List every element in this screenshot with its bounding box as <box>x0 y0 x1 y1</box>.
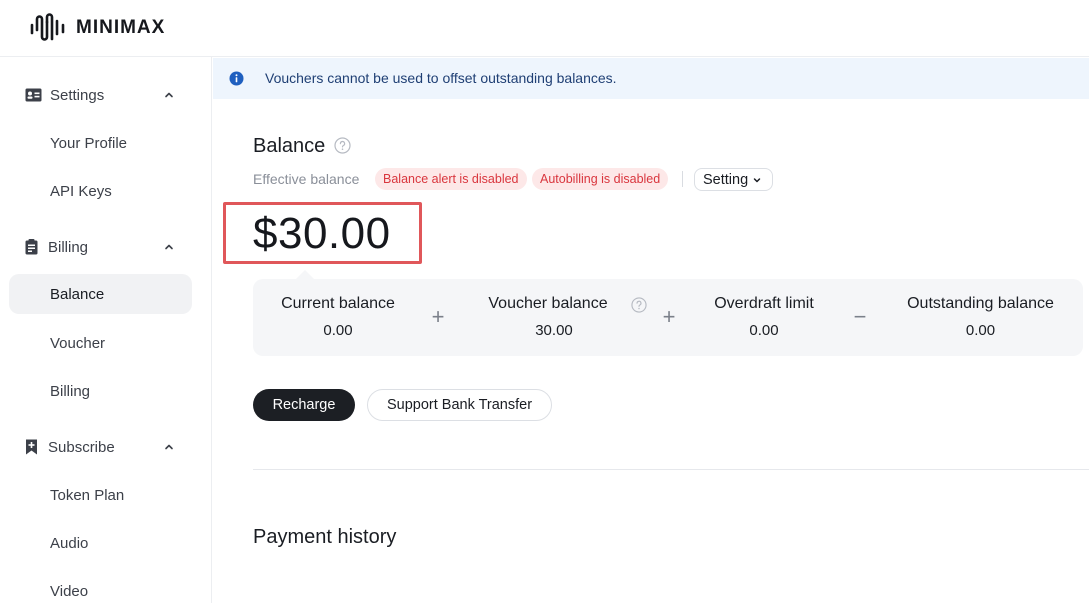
sidebar-item-label: Token Plan <box>50 486 125 504</box>
bookmark-plus-icon <box>26 439 37 455</box>
voucher-balance-text: Voucher balance <box>488 295 608 312</box>
divider <box>682 171 683 187</box>
bank-transfer-button[interactable]: Support Bank Transfer <box>367 389 552 421</box>
outstanding-balance-value: 0.00 <box>965 322 996 339</box>
help-icon[interactable] <box>334 137 351 154</box>
balance-alert-badge: Balance alert is disabled <box>375 168 527 190</box>
sidebar-item-label: Voucher <box>50 334 106 352</box>
setting-dropdown[interactable]: Setting <box>694 168 773 191</box>
sidebar-group-billing[interactable]: Billing <box>0 227 212 267</box>
current-balance-value: 0.00 <box>323 322 353 339</box>
minimax-logo-icon <box>30 13 65 41</box>
sidebar: Settings Your Profile API Keys Billing B… <box>0 57 212 603</box>
balance-title: Balance <box>253 135 326 157</box>
brand-name: MINIMAX <box>76 17 166 38</box>
chevron-up-icon <box>165 92 173 98</box>
sidebar-item-balance[interactable]: Balance <box>9 274 192 314</box>
outstanding-balance-cell: Outstanding balance 0.00 <box>893 279 1068 356</box>
recharge-button[interactable]: Recharge <box>253 389 355 421</box>
sidebar-item-label: API Keys <box>50 182 112 200</box>
sidebar-group-subscribe[interactable]: Subscribe <box>0 427 212 467</box>
brand-logo[interactable]: MINIMAX <box>29 12 165 44</box>
sidebar-item-label: Balance <box>50 285 105 303</box>
sidebar-group-settings[interactable]: Settings <box>0 75 212 115</box>
sidebar-item-api-keys[interactable]: API Keys <box>9 171 192 211</box>
notice-text: Vouchers cannot be used to offset outsta… <box>265 70 617 86</box>
section-divider <box>253 469 1089 470</box>
summary-pointer <box>296 270 314 279</box>
plus-icon: + <box>662 304 676 329</box>
voucher-balance-value: 30.00 <box>535 322 573 339</box>
balance-breakdown: Current balance 0.00 + Voucher balance 3… <box>253 279 1083 356</box>
payment-history-title: Payment history <box>253 526 397 548</box>
sidebar-item-audio[interactable]: Audio <box>9 523 192 563</box>
sidebar-group-label: Subscribe <box>48 439 115 456</box>
voucher-balance-label: Voucher balance <box>469 295 647 313</box>
overdraft-limit-cell: Overdraft limit 0.00 <box>693 279 835 356</box>
overdraft-limit-label: Overdraft limit <box>714 295 814 312</box>
voucher-balance-cell: Voucher balance 30.00 <box>469 279 647 356</box>
setting-label: Setting <box>703 171 749 188</box>
plus-icon: + <box>431 304 445 329</box>
overdraft-limit-value: 0.00 <box>749 322 779 339</box>
chevron-down-icon <box>753 177 761 182</box>
effective-balance-label: Effective balance <box>253 171 360 187</box>
help-icon[interactable] <box>631 297 647 313</box>
sidebar-item-billing[interactable]: Billing <box>9 371 192 411</box>
sidebar-item-token-plan[interactable]: Token Plan <box>9 475 192 515</box>
info-icon <box>229 71 244 86</box>
sidebar-item-your-profile[interactable]: Your Profile <box>9 123 192 163</box>
current-balance-cell: Current balance 0.00 <box>263 279 413 356</box>
sidebar-item-voucher[interactable]: Voucher <box>9 323 192 363</box>
chevron-up-icon <box>165 244 173 250</box>
effective-balance-amount: $30.00 <box>253 209 391 258</box>
clipboard-icon <box>25 239 38 255</box>
sidebar-group-label: Settings <box>50 87 105 104</box>
notice-banner: Vouchers cannot be used to offset outsta… <box>213 58 1089 99</box>
sidebar-group-label: Billing <box>48 239 89 256</box>
sidebar-item-label: Video <box>50 582 89 600</box>
outstanding-balance-label: Outstanding balance <box>907 295 1054 312</box>
sidebar-item-label: Your Profile <box>50 134 127 152</box>
id-card-icon <box>25 88 42 102</box>
sidebar-item-label: Billing <box>50 382 91 400</box>
top-bar: MINIMAX <box>0 0 1089 57</box>
autobilling-badge: Autobilling is disabled <box>532 168 669 190</box>
minus-icon: − <box>853 304 867 329</box>
chevron-up-icon <box>165 444 173 450</box>
sidebar-item-video[interactable]: Video <box>9 571 192 603</box>
sidebar-item-label: Audio <box>50 534 89 552</box>
current-balance-label: Current balance <box>281 295 395 312</box>
